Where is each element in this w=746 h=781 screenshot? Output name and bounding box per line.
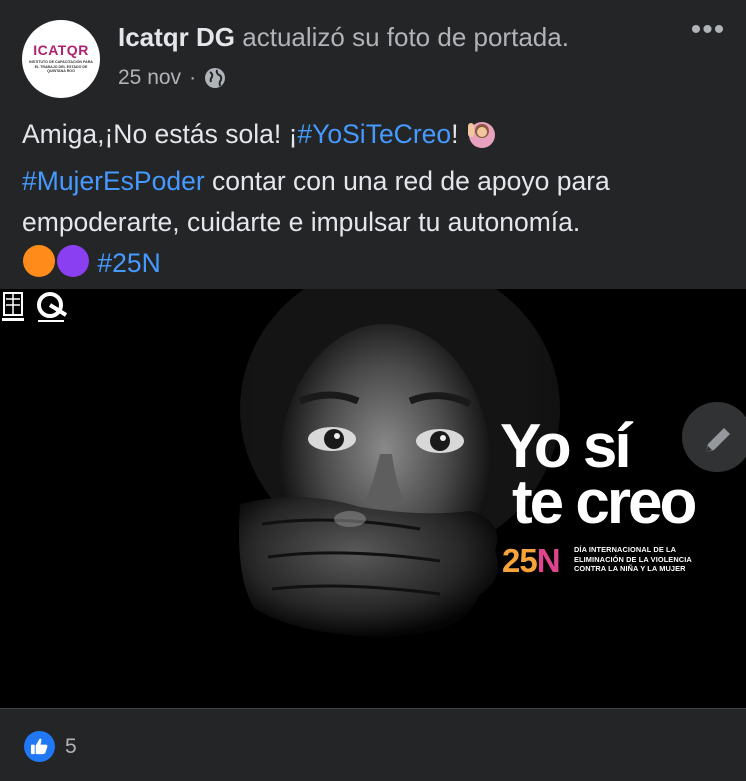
badge-25n-letter: N	[536, 542, 561, 579]
edit-photo-button[interactable]	[682, 402, 746, 472]
avatar-logo-text: ICATQR	[33, 42, 89, 58]
campaign-title: Yo sí te creo	[500, 416, 697, 537]
text-part-2: !	[451, 119, 466, 149]
campaign-title-line2: te creo	[512, 468, 697, 537]
pencil-icon	[706, 428, 730, 452]
post-header: ICATQR INSTITUTO DE CAPACITACIÓN PARA EL…	[22, 15, 724, 98]
meta-separator: ·	[189, 66, 197, 89]
post-text: Amiga,¡No estás sola! ¡#YoSiTeCreo! #Muj…	[22, 114, 728, 290]
reactions-bar[interactable]: 5	[24, 731, 77, 762]
badge-25n: 25N	[502, 542, 561, 580]
post-date[interactable]: 25 nov	[118, 66, 181, 90]
campaign-caption: DÍA INTERNACIONAL DE LA ELIMINACIÓN DE L…	[574, 545, 692, 574]
avatar-logo-subtitle: INSTITUTO DE CAPACITACIÓN PARA EL TRABAJ…	[29, 60, 93, 73]
post-meta: 25 nov ·	[118, 66, 226, 90]
cover-photo[interactable]: Yo sí te creo 25N DÍA INTERNACIONAL DE L…	[0, 289, 746, 708]
raising-hand-emoji	[466, 119, 496, 161]
globe-icon[interactable]	[204, 67, 226, 89]
purple-circle-emoji	[56, 244, 90, 290]
post-action-text: actualizó su foto de portada.	[235, 22, 569, 52]
facebook-post: ICATQR INSTITUTO DE CAPACITACIÓN PARA EL…	[0, 0, 746, 781]
author-line: Icatqr DG actualizó su foto de portada.	[118, 22, 569, 53]
footer-divider	[0, 708, 746, 709]
avatar[interactable]: ICATQR INSTITUTO DE CAPACITACIÓN PARA EL…	[22, 20, 100, 98]
government-logos	[2, 292, 68, 322]
reaction-count[interactable]: 5	[65, 735, 77, 759]
hashtag-mujeresp oder[interactable]: #MujerEsPoder	[22, 166, 205, 196]
author-name[interactable]: Icatqr DG	[118, 22, 235, 52]
badge-25n-number: 25	[502, 542, 538, 579]
text-part-1: Amiga,¡No estás sola! ¡	[22, 119, 298, 149]
thumbs-up-icon	[24, 731, 55, 762]
hashtag-yositecreo[interactable]: #YoSiTeCreo	[297, 119, 451, 149]
orange-circle-emoji	[22, 244, 56, 290]
more-options-button[interactable]: •••	[688, 15, 728, 48]
hashtag-25n[interactable]: #25N	[97, 248, 160, 278]
